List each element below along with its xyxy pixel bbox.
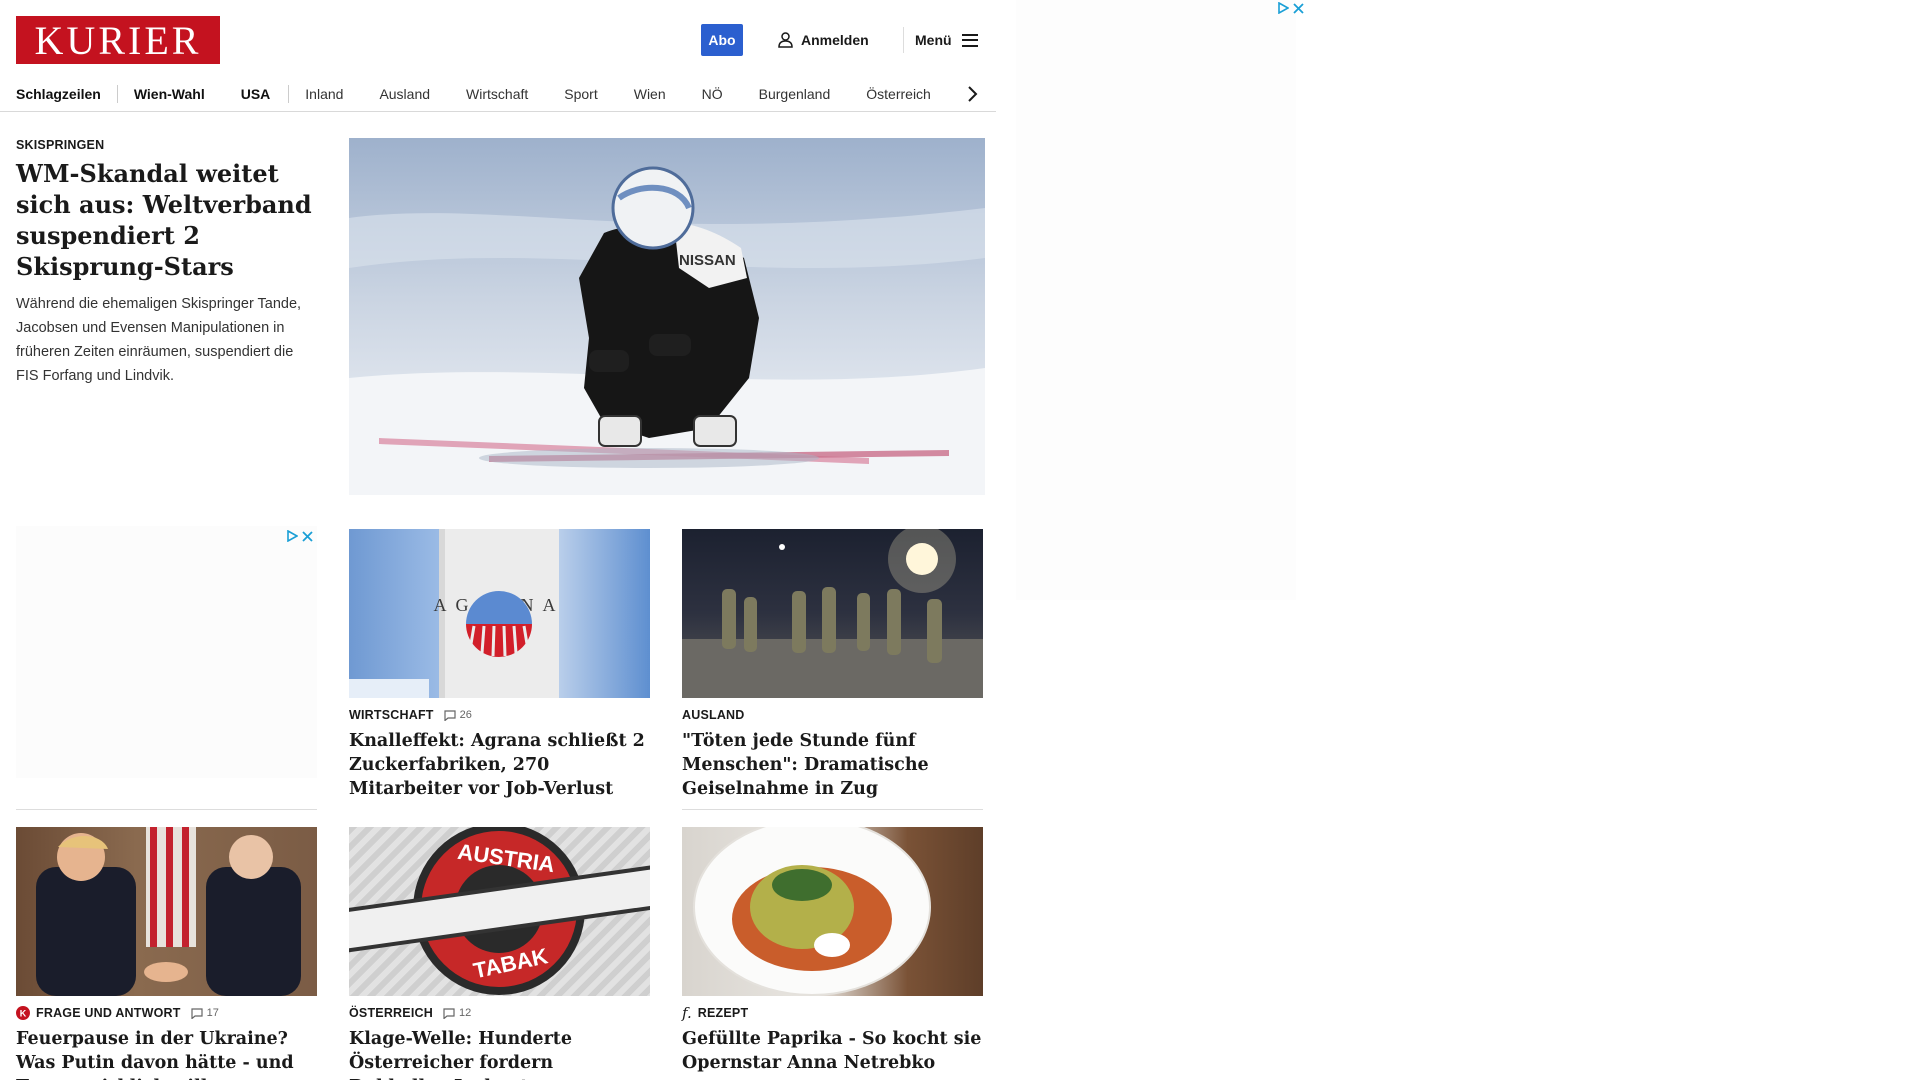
stuffed-pepper-photo: [693, 827, 931, 996]
nav-divider: [116, 84, 118, 103]
menu-label: Menü: [915, 32, 952, 48]
article-headline[interactable]: Feuerpause in der Ukraine? Was Putin dav…: [16, 1027, 317, 1080]
article-image[interactable]: AGRANA: [349, 529, 650, 698]
close-icon[interactable]: [1293, 2, 1304, 14]
freizeit-f-icon: f.: [682, 1004, 692, 1022]
nav-item-schlagzeilen[interactable]: Schlagzeilen: [16, 86, 101, 102]
article-kicker: WIRTSCHAFT: [349, 708, 434, 722]
comment-count[interactable]: 17: [190, 1007, 219, 1019]
article-meta: ÖSTERREICH 12: [349, 1005, 650, 1021]
agrana-flag-photo: AGRANA: [349, 529, 559, 698]
nav-item-wien[interactable]: Wien: [634, 86, 666, 102]
abo-button[interactable]: Abo: [701, 24, 743, 56]
article-image[interactable]: AUSTRIA TABAK: [349, 827, 650, 996]
user-icon: [778, 32, 793, 48]
article-kicker: AUSLAND: [682, 708, 745, 722]
comment-icon: [444, 709, 456, 721]
article-kicker: FRAGE UND ANTWORT: [36, 1006, 181, 1020]
adchoices-icon[interactable]: [286, 530, 298, 542]
recipe-badge: f. REZEPT: [682, 1004, 749, 1022]
ad-slot-top-right: [1016, 0, 1304, 600]
article-meta: WIRTSCHAFT 26: [349, 707, 650, 723]
nav-item-usa[interactable]: USA: [241, 86, 271, 102]
nav-item-burgenland[interactable]: Burgenland: [759, 86, 831, 102]
article-card[interactable]: AUSLAND "Töten jede Stunde fünf Menschen…: [682, 529, 983, 810]
ad-choices[interactable]: [286, 530, 313, 542]
article-card[interactable]: K FRAGE UND ANTWORT 17 Feuerpause in der…: [16, 827, 317, 1080]
article-card[interactable]: AGRANA WIRTSCHAFT 26 Knalleffekt: Agrana…: [349, 529, 650, 801]
kurier-logo[interactable]: KURIER: [16, 16, 220, 64]
trump-putin-photo: [36, 827, 301, 996]
comment-icon: [190, 1007, 203, 1019]
article-image[interactable]: [682, 827, 983, 996]
article-image[interactable]: [682, 529, 983, 698]
nav-item-noe[interactable]: NÖ: [702, 86, 723, 102]
nav-item-inland[interactable]: Inland: [305, 86, 343, 102]
hamburger-icon: [961, 33, 978, 47]
comment-count-value: 26: [459, 709, 472, 721]
soldiers-night-photo: [682, 529, 983, 698]
article-headline[interactable]: "Töten jede Stunde fünf Menschen": Drama…: [682, 729, 983, 801]
article-meta: K FRAGE UND ANTWORT 17: [16, 1005, 317, 1021]
comment-icon: [443, 1007, 455, 1019]
login-button[interactable]: Anmelden: [778, 30, 869, 50]
nav-item-wien-wahl[interactable]: Wien-Wahl: [134, 86, 205, 102]
lead-teaser: Während die ehemaligen Skispringer Tande…: [16, 296, 302, 384]
comment-count[interactable]: 26: [444, 709, 472, 721]
nav-item-oesterreich[interactable]: Österreich: [866, 86, 931, 102]
nav-divider: [288, 84, 290, 103]
kurier-k-icon: K: [16, 1006, 30, 1020]
nav-item-wirtschaft[interactable]: Wirtschaft: [466, 86, 528, 102]
article-card[interactable]: f. REZEPT Gefüllte Paprika - So kocht si…: [682, 827, 983, 1075]
article-card[interactable]: AUSTRIA TABAK ÖSTERREICH 12 Klage-Welle:…: [349, 827, 650, 1080]
lead-story[interactable]: SKISPRINGEN WM-Skandal weitet sich aus: …: [16, 138, 316, 388]
lead-headline[interactable]: WM-Skandal weitet sich aus: Weltverband …: [16, 158, 316, 282]
nav-item-sport[interactable]: Sport: [564, 86, 597, 102]
card-divider: [682, 809, 983, 810]
article-image[interactable]: [16, 827, 317, 996]
article-meta: f. REZEPT: [682, 1005, 983, 1021]
kurier-plus-badge: K FRAGE UND ANTWORT: [16, 1006, 181, 1020]
article-headline[interactable]: Knalleffekt: Agrana schließt 2 Zuckerfab…: [349, 729, 650, 801]
login-label: Anmelden: [801, 32, 869, 48]
ski-jumper-photo: NISSAN: [349, 138, 985, 495]
ad-choices[interactable]: [1277, 2, 1304, 14]
article-headline[interactable]: Klage-Welle: Hunderte Österreicher forde…: [349, 1027, 650, 1080]
comment-count-value: 17: [206, 1007, 219, 1019]
article-kicker: REZEPT: [697, 1006, 749, 1020]
close-icon[interactable]: [302, 530, 313, 542]
menu-button[interactable]: Menü: [915, 30, 978, 50]
comment-count[interactable]: 12: [443, 1007, 471, 1019]
section-nav: Schlagzeilen Wien-Wahl USA Inland Auslan…: [0, 76, 996, 112]
svg-text:NISSAN: NISSAN: [679, 252, 736, 269]
chevron-right-icon[interactable]: [962, 84, 982, 104]
article-headline[interactable]: Gefüllte Paprika - So kocht sie Opernsta…: [682, 1027, 983, 1075]
comment-count-value: 12: [458, 1007, 472, 1019]
article-kicker: ÖSTERREICH: [349, 1006, 433, 1020]
austria-tabak-sign-photo: AUSTRIA TABAK: [349, 827, 650, 995]
article-meta: AUSLAND: [682, 707, 983, 723]
adchoices-icon[interactable]: [1277, 2, 1289, 14]
svg-text:K: K: [20, 1009, 27, 1019]
ad-slot-left: [16, 526, 317, 778]
lead-image[interactable]: NISSAN: [349, 138, 985, 495]
nav-item-ausland[interactable]: Ausland: [379, 86, 430, 102]
card-divider: [16, 809, 317, 810]
header-divider: [903, 27, 904, 53]
lead-kicker: SKISPRINGEN: [16, 138, 105, 152]
